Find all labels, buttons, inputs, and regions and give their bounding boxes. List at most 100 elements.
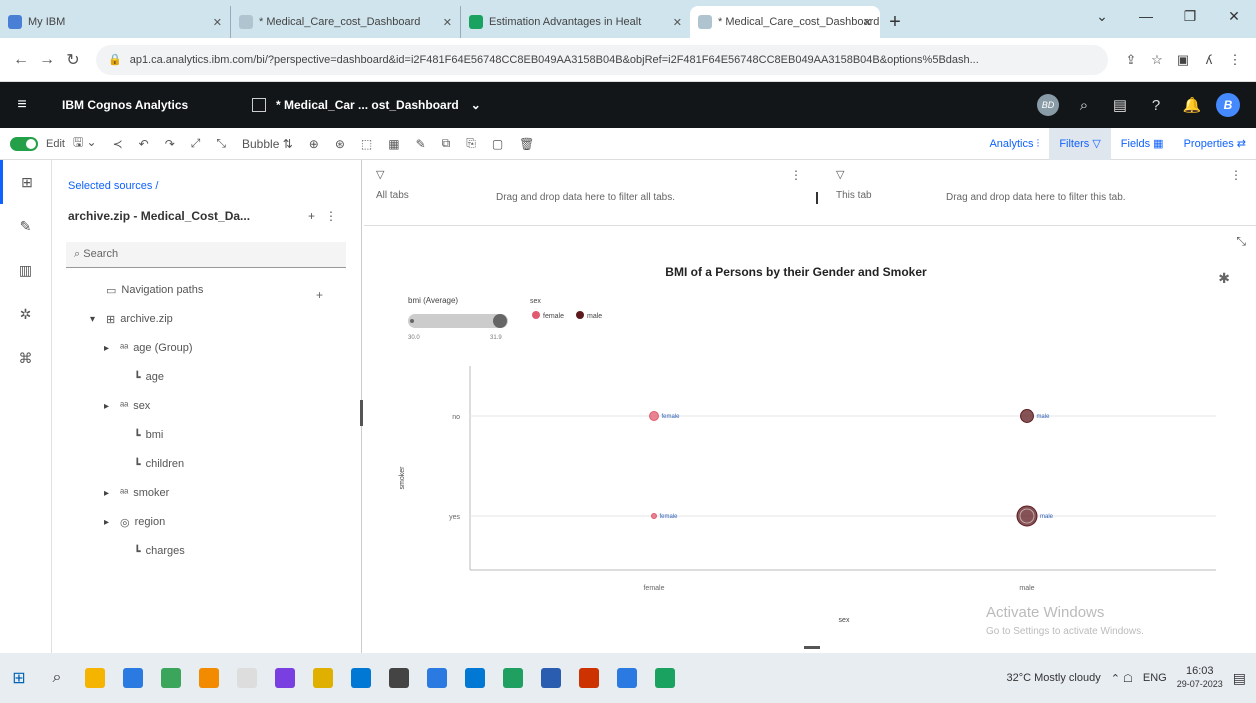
- add-icon[interactable]: +: [316, 288, 323, 302]
- clock[interactable]: 16:03 29-07-2023: [1177, 665, 1223, 691]
- widgets-icon[interactable]: ⌘: [0, 336, 51, 380]
- hamburger-icon[interactable]: ≡: [0, 96, 44, 114]
- browser-tab[interactable]: My IBM ✕: [0, 6, 230, 38]
- url-field[interactable]: 🔒 ap1.ca.analytics.ibm.com/bi/?perspecti…: [96, 44, 1108, 75]
- more-icon[interactable]: ⋮: [1230, 168, 1242, 182]
- copy-icon[interactable]: ⧉: [442, 136, 451, 151]
- tab-close-icon[interactable]: ✕: [443, 16, 452, 29]
- tree-item[interactable]: ▸ ᵃᵃ smoker: [104, 483, 169, 503]
- this-tab-filter[interactable]: ▽ This tab Drag and drop data here to fi…: [824, 160, 1256, 226]
- browser-tab[interactable]: * Medical_Care_cost_Dashboard ✕: [690, 6, 880, 38]
- taskbar-app-button[interactable]: [646, 653, 684, 703]
- tree-item[interactable]: ┗ charges: [118, 541, 185, 561]
- tab-close-icon[interactable]: ✕: [213, 16, 222, 29]
- delete-icon[interactable]: 🗑: [519, 137, 534, 151]
- tree-item[interactable]: ┗ children: [118, 454, 184, 474]
- filters-button[interactable]: Filters ▽: [1049, 128, 1111, 160]
- bubble-chart[interactable]: BMI of a Persons by their Gender and Smo…: [364, 226, 1256, 653]
- chevron-right-icon[interactable]: ▸: [104, 517, 120, 528]
- maximize-icon[interactable]: ❐: [1168, 0, 1212, 32]
- tree-item[interactable]: ▸ ᵃᵃ sex: [104, 396, 150, 416]
- pin-icon[interactable]: ✎: [0, 204, 51, 248]
- assets-icon[interactable]: ✲: [0, 292, 51, 336]
- notification-icon[interactable]: 🔔: [1174, 96, 1210, 114]
- tree-item[interactable]: ▸ ᵃᵃ age (Group): [104, 338, 193, 358]
- snowflake-icon[interactable]: ✱: [1218, 270, 1230, 287]
- source-name[interactable]: archive.zip - Medical_Cost_Da...: [68, 209, 250, 223]
- help-icon[interactable]: ?: [1138, 97, 1174, 114]
- avatar-badge[interactable]: BD: [1030, 94, 1066, 116]
- chevron-right-icon[interactable]: ▸: [104, 343, 120, 354]
- data-sources-icon[interactable]: ⊞: [0, 160, 51, 204]
- drill-icon[interactable]: ⊛: [335, 137, 345, 151]
- taskbar-app-button[interactable]: [266, 653, 304, 703]
- browser-tab[interactable]: Estimation Advantages in Healt ✕: [460, 6, 690, 38]
- taskbar-app-button[interactable]: [456, 653, 494, 703]
- visualization-type-button[interactable]: Bubble ⇅: [242, 137, 293, 151]
- tab-view-icon[interactable]: ▣: [1170, 52, 1196, 68]
- chat-icon[interactable]: ▤: [1102, 96, 1138, 114]
- tree-item[interactable]: ┗ age: [118, 367, 164, 387]
- taskbar-app-button[interactable]: [418, 653, 456, 703]
- taskbar-app-button[interactable]: [114, 653, 152, 703]
- forward-icon[interactable]: →: [34, 51, 60, 69]
- table-icon[interactable]: ▦: [388, 137, 399, 151]
- chevron-down-icon[interactable]: ▾: [90, 314, 106, 325]
- chevron-right-icon[interactable]: ▸: [104, 401, 120, 412]
- taskbar-app-button[interactable]: [228, 653, 266, 703]
- taskbar-app-button[interactable]: [342, 653, 380, 703]
- canvas-scroll-handle[interactable]: [804, 646, 820, 649]
- share-icon[interactable]: ⇪: [1118, 52, 1144, 68]
- taskbar-app-button[interactable]: [570, 653, 608, 703]
- taskbar-app-button[interactable]: [190, 653, 228, 703]
- taskbar-app-button[interactable]: [76, 653, 114, 703]
- minimize-icon[interactable]: —: [1124, 0, 1168, 32]
- tree-item[interactable]: ┗ bmi: [118, 425, 163, 445]
- taskbar-app-button[interactable]: [152, 653, 190, 703]
- expand-icon[interactable]: ⤢: [191, 136, 201, 151]
- profile-icon[interactable]: ʎ: [1196, 52, 1222, 67]
- source-actions[interactable]: + ⋮: [308, 209, 337, 223]
- all-tabs-filter[interactable]: ▽ All tabs Drag and drop data here to fi…: [364, 160, 816, 226]
- language-indicator[interactable]: ENG: [1143, 672, 1167, 684]
- collapse-icon[interactable]: ⤡: [216, 136, 226, 151]
- weather-text[interactable]: 32°C Mostly cloudy: [1006, 672, 1100, 684]
- panel-splitter[interactable]: [360, 400, 363, 426]
- visualizations-icon[interactable]: ▥: [0, 248, 51, 292]
- taskbar-app-button[interactable]: [608, 653, 646, 703]
- duplicate-icon[interactable]: ▢: [492, 137, 503, 151]
- start-button[interactable]: ⊞: [0, 653, 38, 703]
- redo-icon[interactable]: ↷: [165, 137, 175, 151]
- fields-button[interactable]: Fields ▦: [1111, 128, 1174, 160]
- share-icon[interactable]: ≺: [113, 137, 123, 151]
- tree-item[interactable]: ▭ Navigation paths: [90, 280, 203, 300]
- properties-button[interactable]: Properties ⇄: [1174, 128, 1256, 160]
- tray-icons[interactable]: ⌃ ☖: [1111, 672, 1133, 685]
- star-icon[interactable]: ☆: [1144, 52, 1170, 68]
- chevron-right-icon[interactable]: ▸: [104, 488, 120, 499]
- tab-close-icon[interactable]: ✕: [863, 16, 872, 29]
- undo-icon[interactable]: ↶: [139, 137, 149, 151]
- tree-item[interactable]: ▾ ⊞ archive.zip: [90, 309, 173, 329]
- search-icon[interactable]: ⌕: [1066, 97, 1102, 114]
- edit-toggle[interactable]: [10, 136, 38, 151]
- reload-icon[interactable]: ↻: [60, 50, 86, 70]
- globe-icon[interactable]: ⊕: [309, 137, 319, 151]
- search-input[interactable]: ⌕ Search: [66, 242, 346, 268]
- collapse-widget-icon[interactable]: ⤡: [1236, 234, 1246, 249]
- browser-tab[interactable]: * Medical_Care_cost_Dashboard ✕: [230, 6, 460, 38]
- tree-item[interactable]: ▸ ◎ region: [104, 512, 165, 532]
- pin-icon[interactable]: ✎: [416, 137, 426, 151]
- user-avatar[interactable]: B: [1210, 93, 1246, 117]
- selected-sources-link[interactable]: Selected sources /: [68, 180, 159, 192]
- close-icon[interactable]: ✕: [1212, 0, 1256, 32]
- more-icon[interactable]: ⋮: [790, 168, 802, 182]
- back-icon[interactable]: ←: [8, 51, 34, 69]
- analytics-button[interactable]: Analytics ⫶: [979, 128, 1049, 160]
- kebab-menu-icon[interactable]: ⋮: [1222, 52, 1248, 68]
- taskbar-app-button[interactable]: [494, 653, 532, 703]
- new-tab-button[interactable]: +: [880, 6, 910, 38]
- search-button[interactable]: ⌕: [38, 653, 76, 703]
- select-icon[interactable]: ⬚: [361, 137, 372, 151]
- taskbar-app-button[interactable]: [304, 653, 342, 703]
